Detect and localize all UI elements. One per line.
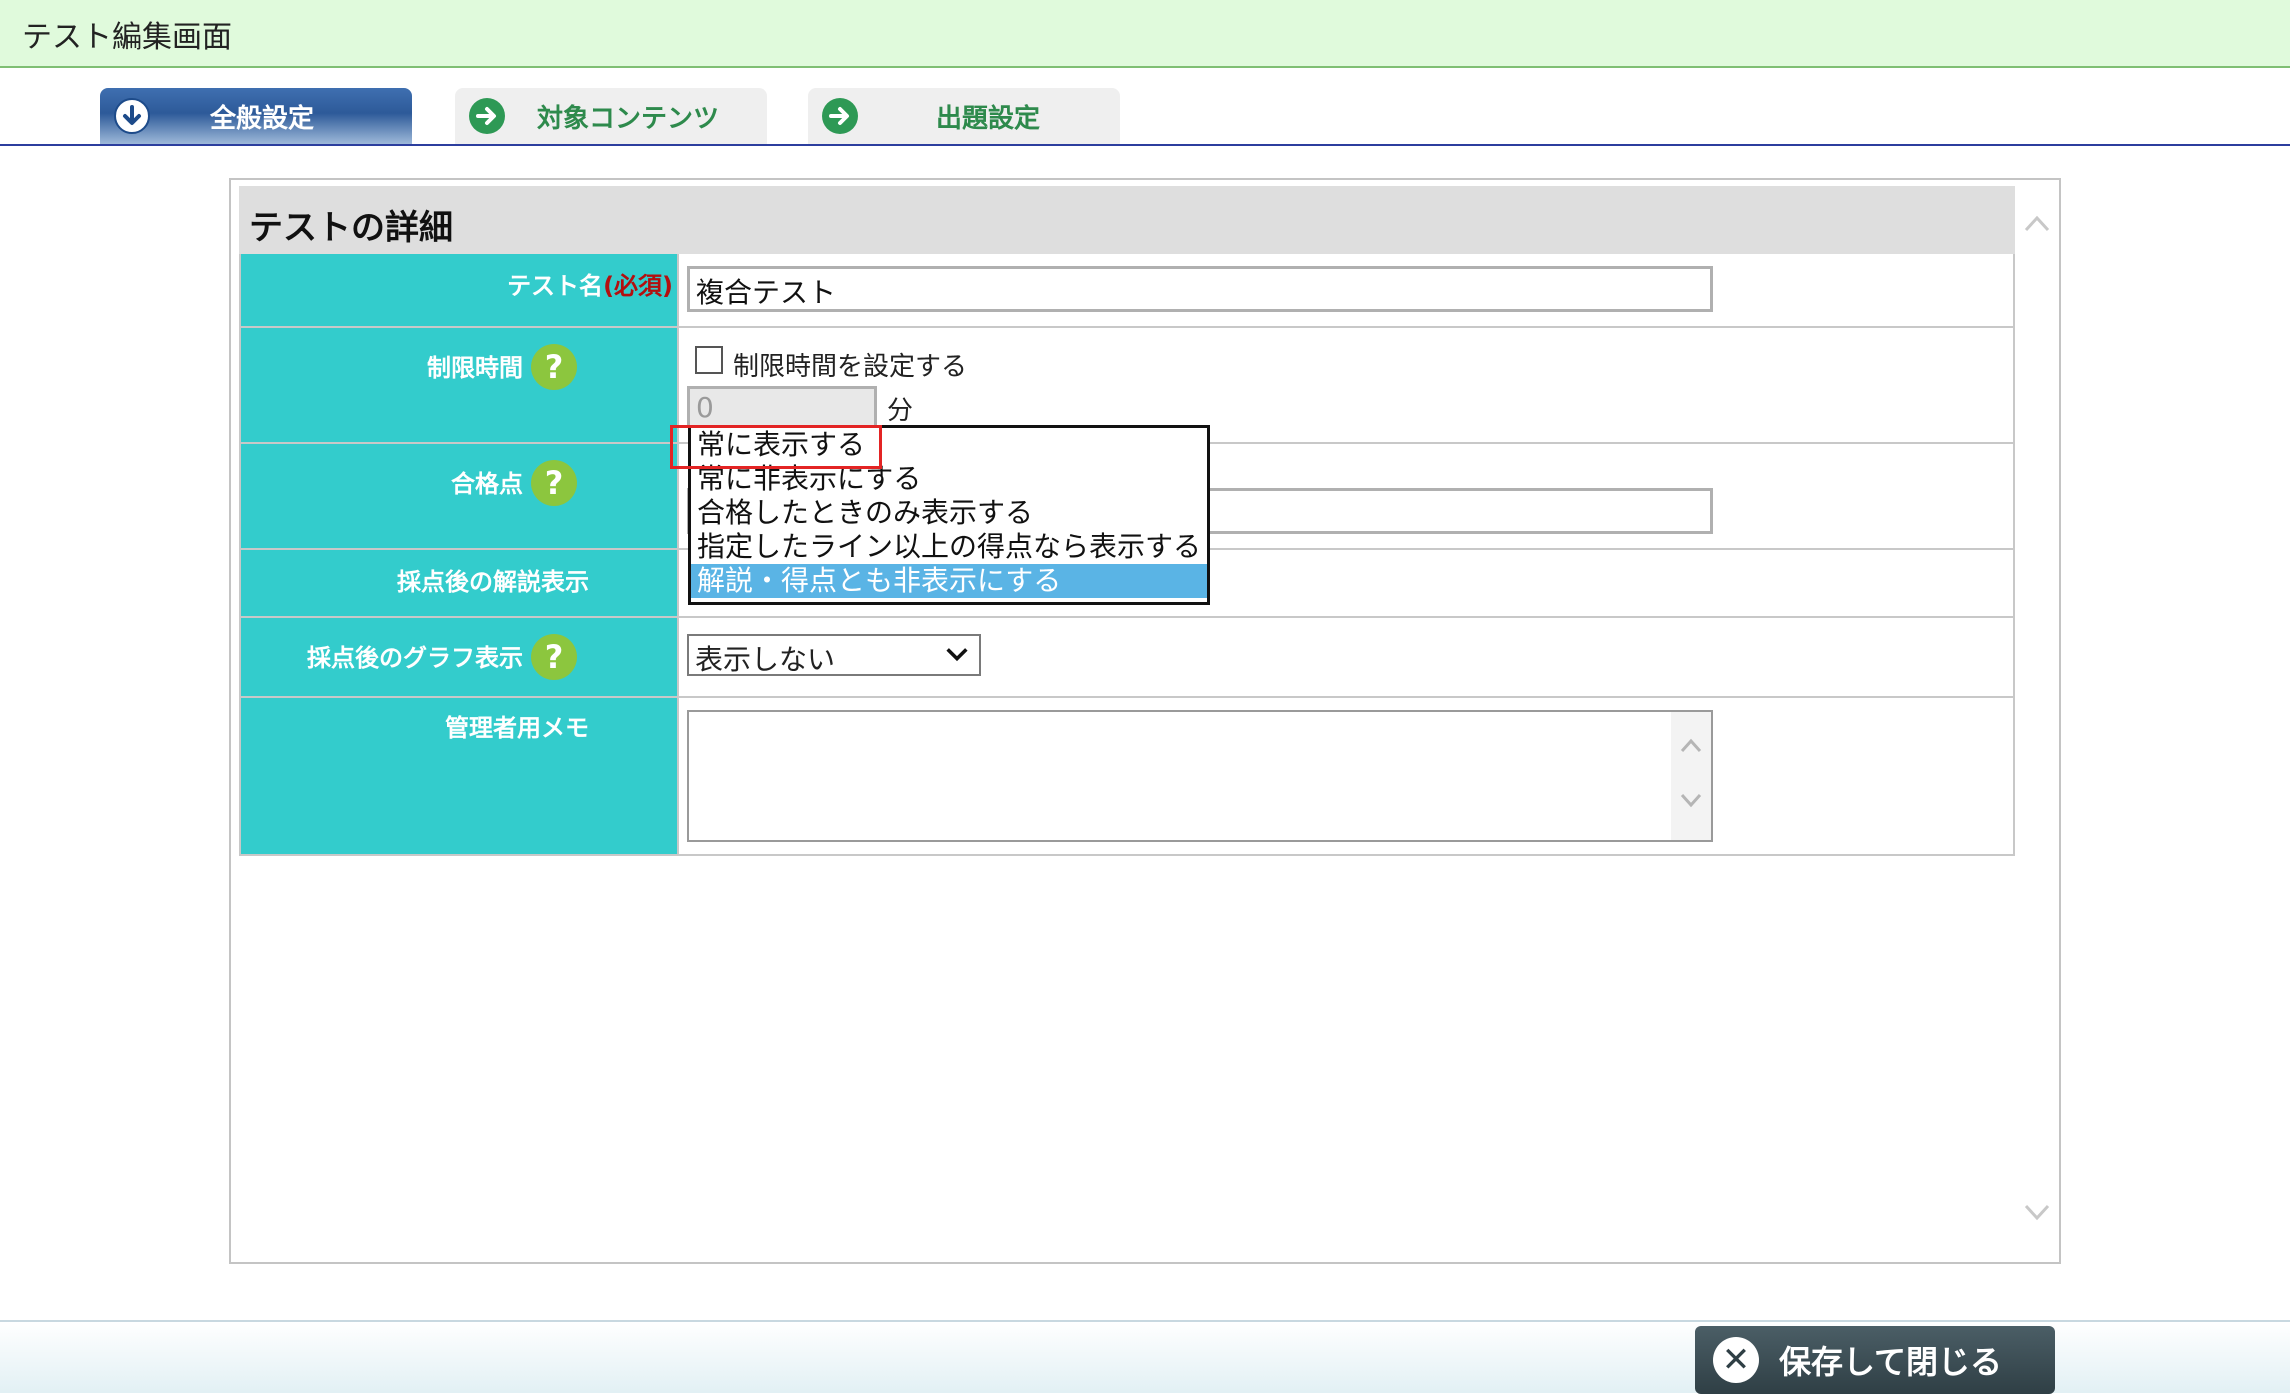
test-name-label: テスト名(必須) xyxy=(507,272,673,300)
annotation-highlight-box xyxy=(670,425,882,469)
arrow-down-circle-icon xyxy=(114,98,150,134)
window-title: テスト編集画面 xyxy=(22,20,232,55)
close-icon: ✕ xyxy=(1713,1337,1759,1383)
tab-label: 全般設定 xyxy=(210,103,315,134)
dropdown-option[interactable]: 指定したライン以上の得点なら表示する xyxy=(691,530,1207,564)
arrow-right-circle-icon xyxy=(469,98,505,134)
tab-general-settings[interactable]: 全般設定 xyxy=(100,88,412,144)
time-limit-label: 制限時間 xyxy=(427,354,523,382)
row-graph-display: 採点後のグラフ表示 ? 表示しない xyxy=(239,618,2015,698)
section-title: テストの詳細 xyxy=(249,208,453,248)
tab-label: 出題設定 xyxy=(936,103,1041,134)
save-and-close-label: 保存して閉じる xyxy=(1779,1343,2003,1381)
label-cell: テスト名(必須) xyxy=(239,254,679,326)
dropdown-option-selected[interactable]: 解説・得点とも非表示にする xyxy=(691,564,1207,598)
time-limit-checkbox[interactable] xyxy=(695,346,723,374)
admin-memo-textarea[interactable] xyxy=(687,710,1713,842)
graph-display-select[interactable]: 表示しない xyxy=(687,634,981,676)
details-panel: テストの詳細 テスト名(必須) 複合テスト 制限時間 ? 制限時間を設定する 0… xyxy=(229,178,2061,1264)
section-header: テストの詳細 xyxy=(239,186,2015,254)
dropdown-option[interactable]: 合格したときのみ表示する xyxy=(691,496,1207,530)
row-admin-memo: 管理者用メモ xyxy=(239,698,2015,856)
explanation-display-label: 採点後の解説表示 xyxy=(397,568,589,596)
tab-bar: 全般設定 対象コンテンツ 出題設定 xyxy=(0,68,2290,146)
save-and-close-button[interactable]: ✕ 保存して閉じる xyxy=(1695,1326,2055,1394)
graph-display-value: 表示しない xyxy=(695,643,836,676)
scroll-up-icon[interactable] xyxy=(2023,208,2051,243)
help-icon[interactable]: ? xyxy=(531,344,577,390)
label-cell: 合格点 ? xyxy=(239,444,679,548)
checkbox-label: 制限時間を設定する xyxy=(733,352,968,382)
label-cell: 制限時間 ? xyxy=(239,328,679,442)
chevron-down-icon xyxy=(943,640,971,675)
label-cell: 採点後の解説表示 xyxy=(239,550,679,616)
tab-label: 対象コンテンツ xyxy=(537,103,720,134)
required-mark: (必須) xyxy=(603,272,673,300)
tab-question-settings[interactable]: 出題設定 xyxy=(808,88,1120,144)
tab-target-contents[interactable]: 対象コンテンツ xyxy=(455,88,767,144)
help-icon[interactable]: ? xyxy=(531,460,577,506)
help-icon[interactable]: ? xyxy=(531,634,577,680)
scroll-up-icon[interactable] xyxy=(1679,730,1703,763)
title-bar: テスト編集画面 xyxy=(0,0,2290,68)
scroll-down-icon[interactable] xyxy=(2023,1196,2051,1231)
row-test-name: テスト名(必須) 複合テスト xyxy=(239,254,2015,328)
label-cell: 採点後のグラフ表示 ? xyxy=(239,618,679,696)
minutes-unit: 分 xyxy=(887,396,914,426)
graph-display-label: 採点後のグラフ表示 xyxy=(307,644,523,672)
test-name-input[interactable]: 複合テスト xyxy=(687,266,1713,312)
admin-memo-label: 管理者用メモ xyxy=(445,714,589,742)
value-cell: 複合テスト xyxy=(679,254,2015,326)
textarea-scrollbar[interactable] xyxy=(1671,712,1711,840)
value-cell xyxy=(679,698,2015,854)
passing-score-label: 合格点 xyxy=(451,470,523,498)
panel-scrollbar[interactable] xyxy=(2015,180,2059,1262)
label-cell: 管理者用メモ xyxy=(239,698,679,854)
time-limit-input[interactable]: 0 xyxy=(687,386,877,428)
value-cell: 表示しない xyxy=(679,618,2015,696)
scroll-down-icon[interactable] xyxy=(1679,784,1703,817)
arrow-right-circle-icon xyxy=(822,98,858,134)
